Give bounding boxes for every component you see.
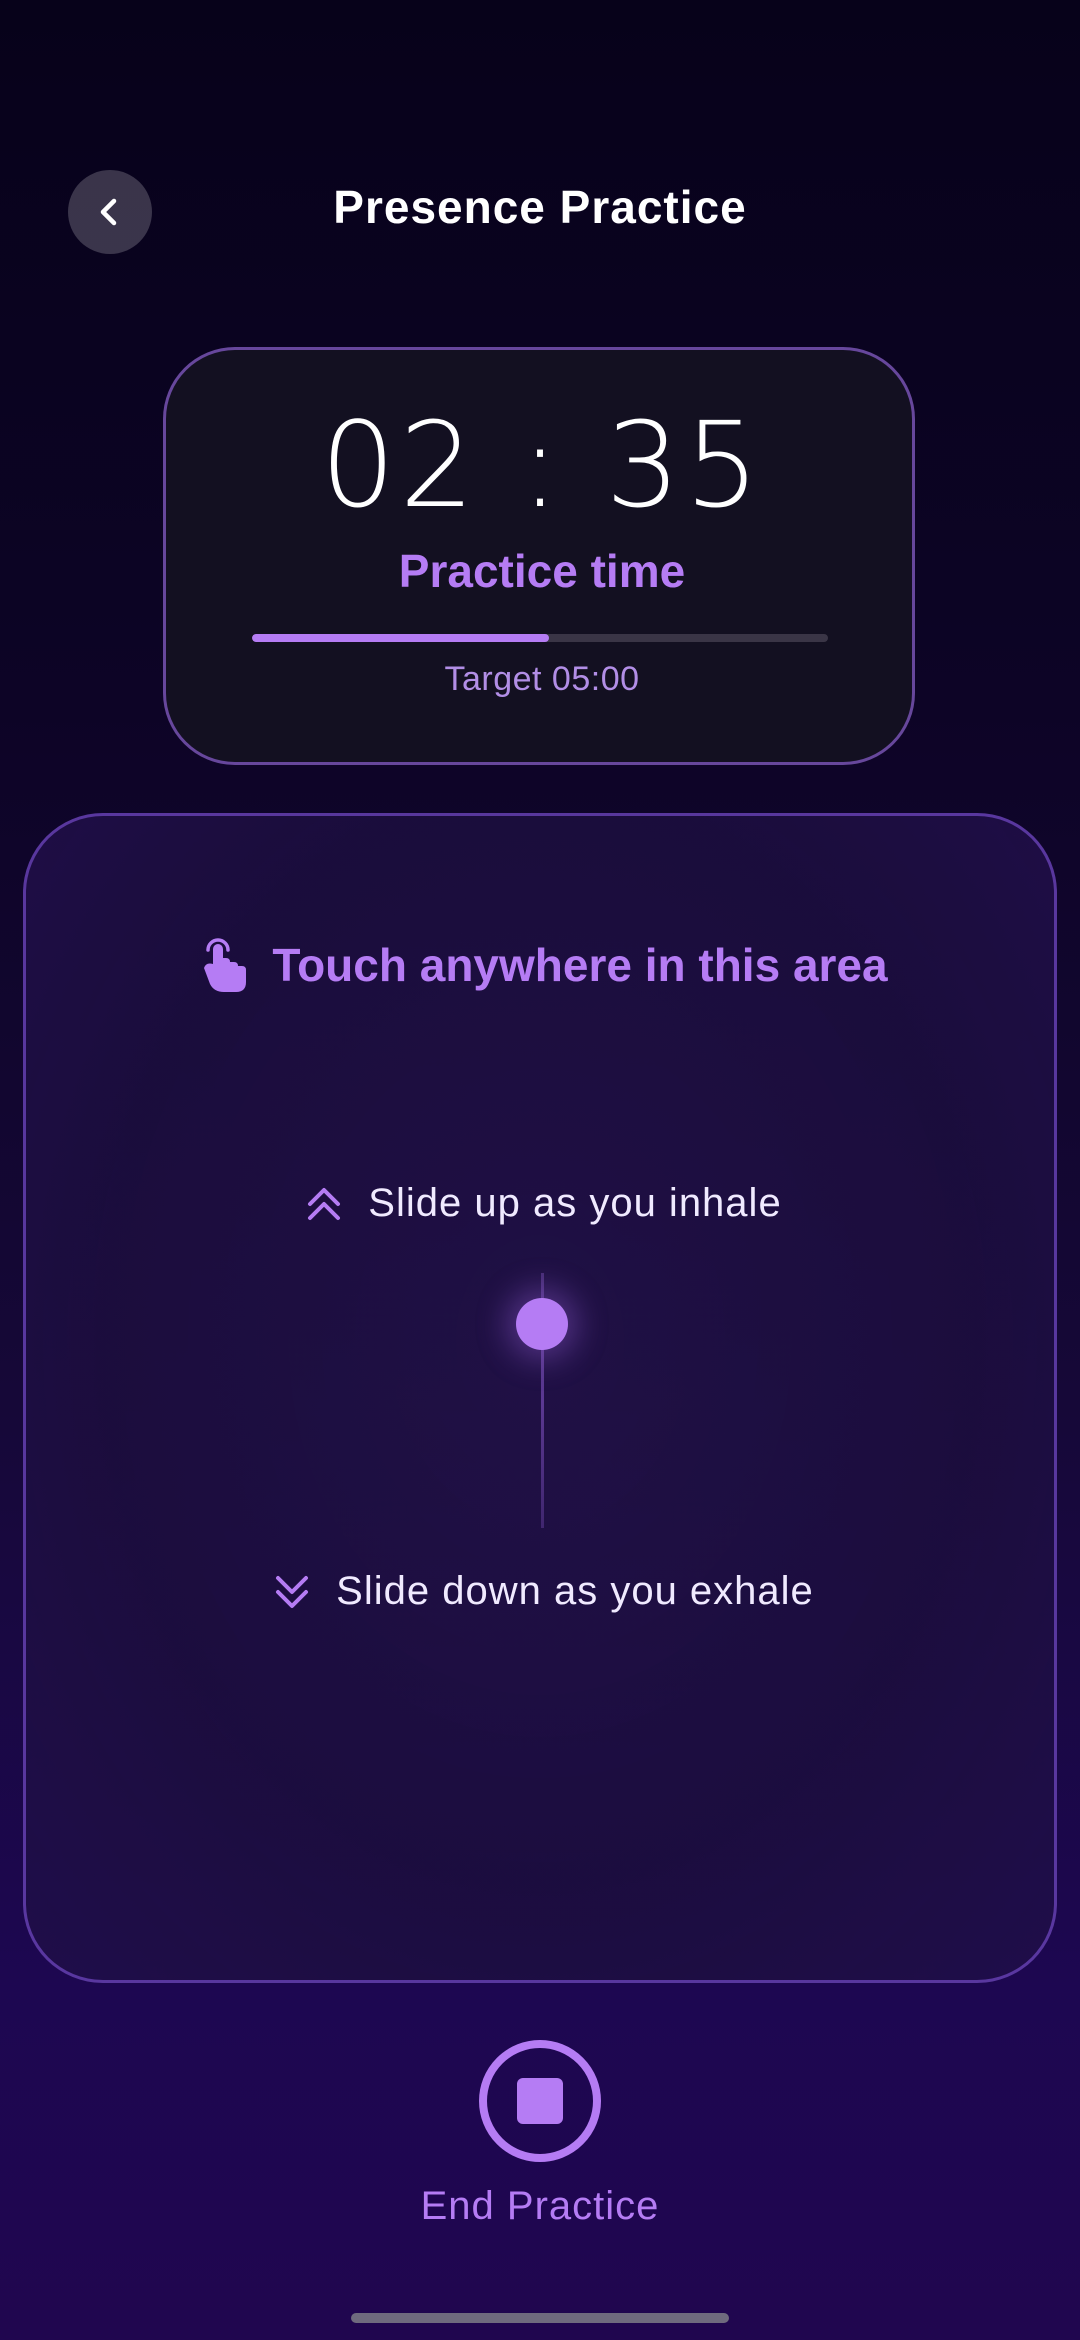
tap-finger-icon: [204, 938, 247, 992]
practice-time-label: Practice time: [398, 545, 686, 597]
target-time-label: Target 05:00: [444, 660, 640, 698]
practice-progress-fill: [252, 634, 549, 642]
touch-hint-text: Touch anywhere in this area: [272, 939, 888, 991]
timer-display: 02 : 35: [320, 396, 764, 534]
exhale-text: Slide down as you exhale: [336, 1569, 814, 1613]
home-indicator[interactable]: [351, 2313, 729, 2323]
exhale-instruction: Slide down as you exhale: [26, 1569, 1060, 1614]
end-practice-label[interactable]: End Practice: [0, 2184, 1080, 2229]
stop-icon: [517, 2078, 563, 2124]
practice-progress-bar: [252, 634, 828, 642]
end-practice-button[interactable]: [479, 2040, 601, 2162]
touch-area[interactable]: Touch anywhere in this area Slide up as …: [23, 813, 1057, 1983]
double-chevron-up-icon: [308, 1187, 341, 1220]
inhale-instruction: Slide up as you inhale: [26, 1181, 1060, 1226]
touch-hint: Touch anywhere in this area: [26, 934, 1060, 996]
breath-slider-thumb[interactable]: [516, 1298, 568, 1350]
page-title: Presence Practice: [333, 181, 747, 233]
double-chevron-down-icon: [276, 1575, 309, 1608]
timer-card: 02 : 35 Practice time Target 05:00: [163, 347, 915, 765]
inhale-text: Slide up as you inhale: [368, 1181, 782, 1225]
